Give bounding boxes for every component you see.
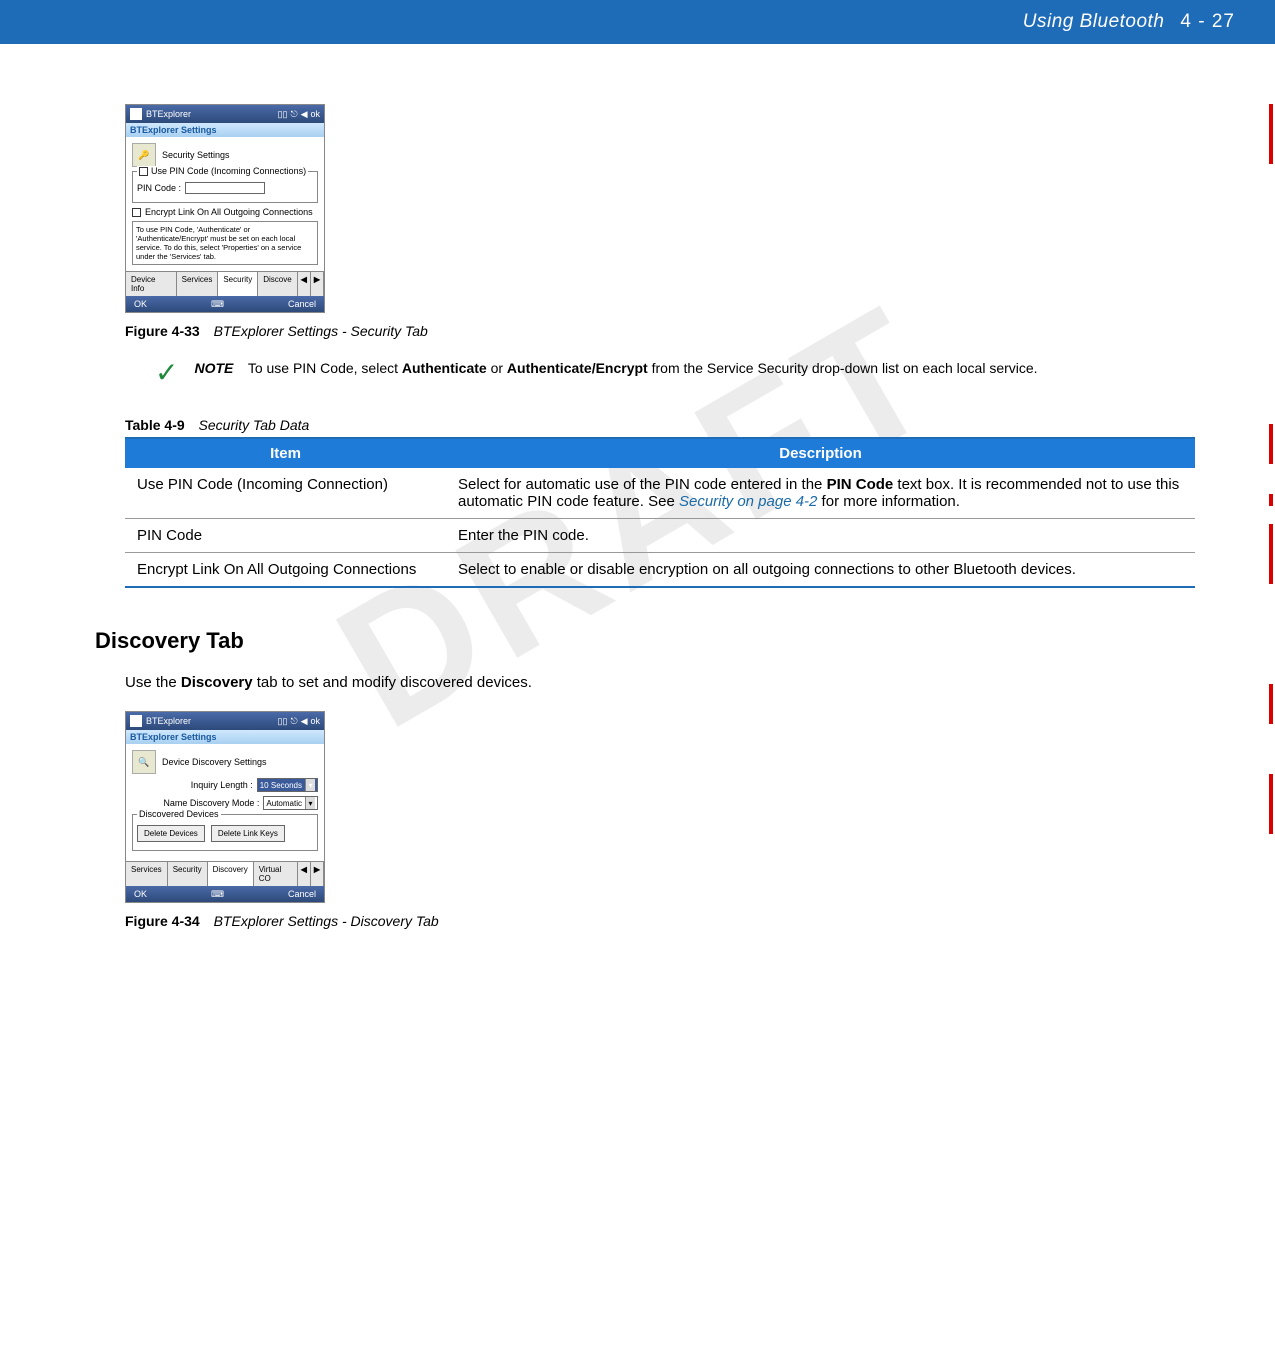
figure-34-caption: Figure 4-34 BTExplorer Settings - Discov…	[125, 913, 1195, 929]
th-description: Description	[446, 438, 1195, 468]
cell-desc: Select to enable or disable encryption o…	[446, 553, 1195, 588]
screenshot-discovery-tab: BTExplorer ▯▯ ⎋ ◀ ok BTExplorer Settings…	[125, 711, 325, 903]
key-icon: 🔑	[132, 143, 156, 167]
shot-cancel: Cancel	[288, 299, 316, 309]
shot-app-title: BTExplorer	[146, 109, 191, 119]
speaker-icon: ◀	[301, 109, 308, 120]
use-pin-checkbox	[139, 167, 148, 176]
discovery-intro: Use the Discovery tab to set and modify …	[125, 674, 1195, 691]
table-row: Use PIN Code (Incoming Connection) Selec…	[125, 468, 1195, 519]
header-page-number: 4 - 27	[1180, 11, 1235, 33]
shot-ok: OK	[134, 299, 147, 309]
cell-item: PIN Code	[125, 519, 446, 553]
shot-tabs: Device Info Services Security Discove ◀ …	[126, 271, 324, 296]
shot-tabs: Services Security Discovery Virtual CO ◀…	[126, 861, 324, 886]
discovered-devices-legend: Discovered Devices	[139, 809, 219, 819]
dropdown-arrow-icon: ▾	[305, 779, 315, 791]
note-text: To use PIN Code, select Authenticate or …	[248, 360, 1038, 376]
security-settings-label: Security Settings	[162, 150, 230, 160]
shot-titlebar: BTExplorer ▯▯ ⎋ ◀ ok	[126, 105, 324, 123]
figure-34-label: Figure 4-34	[125, 913, 200, 929]
table-9-caption: Table 4-9 Security Tab Data	[125, 417, 1195, 433]
tab-device-info: Device Info	[126, 272, 177, 296]
windows-flag-icon	[130, 108, 142, 120]
name-discovery-mode-label: Name Discovery Mode :	[163, 798, 259, 808]
dropdown-arrow-icon: ▾	[305, 797, 315, 809]
search-icon: 🔍	[132, 750, 156, 774]
speaker-icon: ◀	[301, 716, 308, 727]
shot-titlebar: BTExplorer ▯▯ ⎋ ◀ ok	[126, 712, 324, 730]
shot-bottombar: OK ⌨ Cancel	[126, 886, 324, 902]
figure-33-caption: Figure 4-33 BTExplorer Settings - Securi…	[125, 323, 1195, 339]
th-item: Item	[125, 438, 446, 468]
shot-info-text: To use PIN Code, 'Authenticate' or 'Auth…	[132, 221, 318, 265]
tab-arrow-right-icon: ▶	[311, 862, 324, 886]
security-tab-data-table: Item Description Use PIN Code (Incoming …	[125, 437, 1195, 588]
tab-security: Security	[218, 272, 258, 296]
checkmark-icon: ✓	[155, 359, 178, 387]
use-pin-legend: Use PIN Code (Incoming Connections)	[151, 166, 306, 176]
ok-button: ok	[310, 109, 320, 119]
table-row: Encrypt Link On All Outgoing Connections…	[125, 553, 1195, 588]
pin-code-input	[185, 182, 265, 194]
tab-arrow-left-icon: ◀	[298, 272, 311, 296]
delete-devices-button: Delete Devices	[137, 825, 205, 842]
shot-cancel: Cancel	[288, 889, 316, 899]
network-icon: ⎋	[290, 716, 297, 727]
network-icon: ⎋	[290, 109, 297, 120]
tab-services: Services	[177, 272, 219, 296]
keyboard-icon: ⌨	[211, 889, 224, 900]
cell-item: Use PIN Code (Incoming Connection)	[125, 468, 446, 519]
shot-bottombar: OK ⌨ Cancel	[126, 296, 324, 312]
keyboard-icon: ⌨	[211, 299, 224, 310]
tab-discovery: Discovery	[208, 862, 254, 886]
shot-subtitle: BTExplorer Settings	[126, 123, 324, 137]
ok-button: ok	[310, 716, 320, 726]
table-9-title: Security Tab Data	[199, 417, 310, 433]
cell-desc: Select for automatic use of the PIN code…	[446, 468, 1195, 519]
tab-discovery-partial: Discove	[258, 272, 297, 296]
encrypt-label: Encrypt Link On All Outgoing Connections	[145, 207, 313, 217]
inquiry-length-select: 10 Seconds ▾	[257, 778, 318, 792]
tab-virtual-com: Virtual CO	[254, 862, 298, 886]
header-title: Using Bluetooth	[1023, 11, 1165, 33]
device-discovery-label: Device Discovery Settings	[162, 757, 267, 767]
shot-app-title: BTExplorer	[146, 716, 191, 726]
shot-subtitle: BTExplorer Settings	[126, 730, 324, 744]
figure-33-title: BTExplorer Settings - Security Tab	[214, 323, 428, 339]
signal-icon: ▯▯	[278, 716, 288, 727]
cell-item: Encrypt Link On All Outgoing Connections	[125, 553, 446, 588]
screenshot-security-tab: BTExplorer ▯▯ ⎋ ◀ ok BTExplorer Settings…	[125, 104, 325, 313]
name-discovery-select: Automatic ▾	[263, 796, 318, 810]
tab-arrow-left-icon: ◀	[298, 862, 311, 886]
encrypt-checkbox	[132, 208, 141, 217]
signal-icon: ▯▯	[278, 109, 288, 120]
figure-34-title: BTExplorer Settings - Discovery Tab	[214, 913, 439, 929]
figure-33-label: Figure 4-33	[125, 323, 200, 339]
delete-link-keys-button: Delete Link Keys	[211, 825, 285, 842]
tab-arrow-right-icon: ▶	[311, 272, 324, 296]
note-label: NOTE	[194, 360, 233, 376]
page-header: Using Bluetooth 4 - 27	[0, 0, 1275, 44]
table-row: PIN Code Enter the PIN code.	[125, 519, 1195, 553]
tab-services: Services	[126, 862, 168, 886]
note-block: ✓ NOTE To use PIN Code, select Authentic…	[155, 359, 1195, 387]
windows-flag-icon	[130, 715, 142, 727]
cell-desc: Enter the PIN code.	[446, 519, 1195, 553]
shot-ok: OK	[134, 889, 147, 899]
table-9-label: Table 4-9	[125, 417, 185, 433]
discovery-tab-heading: Discovery Tab	[95, 628, 1195, 654]
inquiry-length-label: Inquiry Length :	[191, 780, 253, 790]
pin-code-label: PIN Code :	[137, 183, 181, 193]
tab-security: Security	[168, 862, 208, 886]
